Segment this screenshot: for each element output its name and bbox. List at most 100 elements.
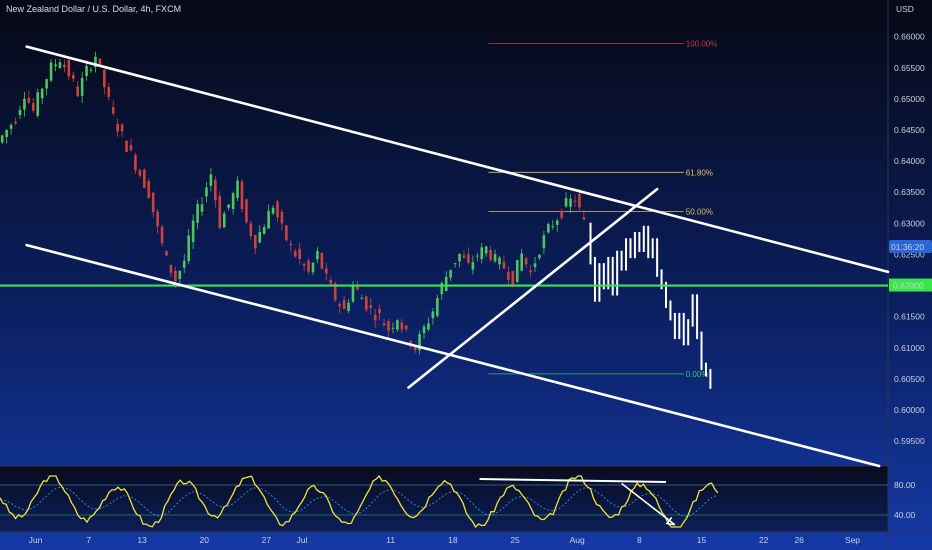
chart-stage: New Zealand Dollar / U.S. Dollar, 4h, FX… <box>0 0 932 550</box>
candle-body <box>58 62 62 69</box>
candle-body <box>103 69 106 88</box>
candle-body <box>289 243 293 246</box>
x-tick-label: Jun <box>29 535 43 545</box>
candle-body <box>182 260 186 268</box>
candle-body <box>400 322 404 330</box>
candle-body <box>351 285 355 302</box>
x-tick-label: 8 <box>637 535 642 545</box>
candle-body <box>573 200 577 202</box>
candle-body <box>467 254 470 263</box>
candle-body <box>511 270 515 287</box>
y-tick-label: 0.65000 <box>894 94 925 104</box>
candle-body <box>529 270 532 273</box>
candle-body <box>569 198 572 207</box>
y-tick-label: 0.66000 <box>894 32 925 42</box>
y-tick-label: 0.64000 <box>894 156 925 166</box>
candle-body <box>560 210 563 218</box>
candle-body <box>285 225 288 241</box>
candle-body <box>151 192 155 213</box>
candle-body <box>245 199 248 223</box>
candle-body <box>98 58 102 65</box>
x-tick-label: 18 <box>448 535 458 545</box>
candle-body <box>27 97 31 103</box>
y-tick-label: 0.63000 <box>894 218 925 228</box>
candle-body <box>498 257 501 265</box>
candle-body <box>271 207 275 214</box>
candle-body <box>76 86 79 97</box>
candle-body <box>236 180 239 198</box>
candle-body <box>218 196 222 229</box>
y-tick-label: 0.59500 <box>894 436 925 446</box>
candle-body <box>147 181 151 198</box>
candle-body <box>138 170 142 176</box>
candle-body <box>329 280 333 284</box>
candle-body <box>200 204 204 212</box>
candle-body <box>404 325 408 330</box>
x-tick-label: 27 <box>262 535 272 545</box>
candle-body <box>222 213 226 228</box>
candle-body <box>449 269 452 278</box>
candle-body <box>547 224 550 233</box>
candle-body <box>293 251 297 257</box>
candle-body <box>542 235 546 249</box>
candle-body <box>67 59 71 77</box>
candle-body <box>338 304 341 307</box>
candle-body <box>302 263 306 266</box>
candle-body <box>231 193 235 209</box>
timer-tag-label: 01:36:20 <box>891 242 924 252</box>
chart-title: New Zealand Dollar / U.S. Dollar, 4h, FX… <box>6 4 181 14</box>
candle-body <box>0 135 4 143</box>
candle-body <box>458 253 461 262</box>
candle-body <box>14 121 17 124</box>
candle-body <box>174 270 177 282</box>
candle-body <box>387 321 390 331</box>
candle-body <box>365 296 368 310</box>
price-tag-label: 0.62000 <box>893 281 924 291</box>
candle-body <box>187 235 190 262</box>
candle-body <box>23 98 26 110</box>
candle-body <box>178 271 182 279</box>
x-tick-label: Jul <box>296 535 307 545</box>
candle-body <box>507 271 510 280</box>
candle-body <box>125 140 128 152</box>
y-tick-label: 0.61000 <box>894 343 925 353</box>
candle-body <box>262 227 266 234</box>
candle-body <box>391 327 395 329</box>
candle-body <box>320 252 324 269</box>
candle-body <box>85 65 88 76</box>
oscillator-level-label: 80.00 <box>894 480 916 490</box>
oscillator-level-label: 40.00 <box>894 510 916 520</box>
candle-body <box>311 262 315 273</box>
x-tick-label: 25 <box>510 535 520 545</box>
candle-body <box>160 226 164 244</box>
candle-body <box>165 250 168 256</box>
candle-body <box>342 299 346 309</box>
y-tick-label: 0.65500 <box>894 63 925 73</box>
candle-body <box>169 264 173 273</box>
fib-level-label: 50.00% <box>686 208 713 217</box>
candle-body <box>422 326 426 334</box>
candle-body <box>369 305 373 309</box>
x-tick-label: Sep <box>845 535 860 545</box>
candle-body <box>431 311 435 319</box>
candle-body <box>49 62 53 81</box>
fib-level-label: 100.00% <box>686 40 718 49</box>
candle-body <box>63 64 66 68</box>
y-tick-label: 0.60000 <box>894 405 925 415</box>
y-tick-label: 0.60500 <box>894 374 925 384</box>
candle-body <box>489 249 492 261</box>
candle-body <box>111 107 115 114</box>
candle-body <box>444 276 448 291</box>
candle-body <box>476 255 479 257</box>
candle-body <box>276 201 279 218</box>
candle-body <box>325 268 328 274</box>
candle-body <box>18 109 22 116</box>
candle-body <box>191 220 195 243</box>
candle-body <box>551 226 555 228</box>
candle-body <box>205 187 208 197</box>
candle-body <box>480 247 484 259</box>
candle-body <box>71 74 75 79</box>
y-tick-label: 0.64500 <box>894 125 925 135</box>
candle-body <box>214 179 217 201</box>
candle-body <box>427 323 430 330</box>
